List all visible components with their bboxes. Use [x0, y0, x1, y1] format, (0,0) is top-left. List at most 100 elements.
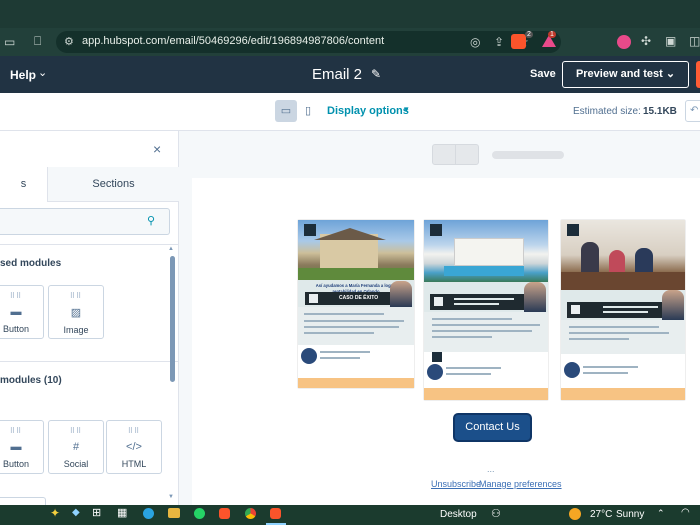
whatsapp-icon[interactable] [194, 508, 205, 519]
module-card-social[interactable]: ⠿⠿ # Social [48, 420, 104, 474]
module-card-button[interactable]: ⠿⠿ ▬ Button [0, 285, 44, 339]
module-card-partial[interactable] [0, 497, 46, 505]
people-photo [390, 281, 412, 307]
window-icon[interactable]: ◫ [689, 34, 700, 48]
brave-taskbar-icon[interactable] [219, 508, 230, 519]
task-view-icon[interactable]: ⊞ [92, 506, 101, 519]
people-photo [662, 290, 684, 320]
bookmark-icon[interactable]: ⎕ [34, 34, 41, 49]
close-icon[interactable]: × [153, 141, 161, 157]
meeting-photo [561, 220, 685, 290]
desktop-view-button[interactable]: ▭ [275, 100, 297, 122]
banner-text-line [603, 306, 658, 308]
folder-icon[interactable] [168, 508, 180, 518]
text-line [583, 366, 638, 368]
module-label: Button [2, 324, 30, 334]
button-icon: ▬ [10, 441, 22, 453]
module-card-button[interactable]: ⠿⠿ ▬ Button [0, 420, 44, 474]
placeholder-divider [455, 144, 456, 165]
search-icon[interactable]: ⚲ [147, 214, 155, 227]
share-icon[interactable]: ⇪ [494, 35, 504, 49]
browser-tab-strip [0, 0, 700, 28]
tab-sections[interactable]: Sections [48, 167, 179, 202]
sparkle-icon[interactable]: ✦ [50, 506, 60, 520]
preview-and-test-button[interactable]: Preview and test ⌄ [562, 61, 689, 88]
sidebar-icon[interactable]: ▣ [665, 34, 676, 48]
module-search-input[interactable] [0, 208, 170, 235]
undo-button[interactable]: ↶ [685, 100, 700, 122]
scroll-down-icon[interactable]: ▼ [168, 494, 174, 500]
sun-icon [569, 508, 581, 520]
scroll-up-icon[interactable]: ▲ [168, 246, 174, 252]
pencil-icon[interactable]: ✎ [371, 67, 381, 81]
case-banner: CASO DE ÉXITO [305, 292, 391, 305]
brand-logo [304, 224, 316, 236]
display-options-button[interactable]: Display options [327, 105, 409, 117]
panel-divider [0, 361, 179, 362]
brand-logo-small [432, 352, 442, 362]
banner-logo [571, 305, 580, 314]
brave-badge: 2 [525, 31, 533, 38]
puzzle-icon[interactable]: ✣ [641, 34, 651, 48]
agent-avatar [301, 348, 317, 364]
module-card-image[interactable]: ⠿⠿ ▨ Image [48, 285, 104, 339]
telegram-icon[interactable] [143, 508, 154, 519]
agent-avatar [564, 362, 580, 378]
brave-shield-icon[interactable] [511, 34, 526, 49]
banner-text-line [454, 298, 514, 300]
banner-logo [309, 294, 318, 303]
people-icon[interactable]: ⚇ [491, 507, 501, 520]
eye-off-icon[interactable]: ◎ [470, 35, 480, 49]
caret-down-icon[interactable]: ▾ [404, 104, 409, 115]
text-line [583, 372, 628, 374]
button-icon: ▬ [10, 306, 22, 318]
banner-text-line [454, 303, 499, 305]
estimated-size-label: Estimated size: [573, 106, 641, 117]
desktop-label[interactable]: Desktop [440, 509, 477, 520]
text-line [432, 324, 540, 326]
panel-divider [0, 244, 179, 245]
module-label: HTML [121, 459, 147, 469]
orange-action-button[interactable] [696, 61, 700, 88]
text-line [432, 336, 492, 338]
alert-badge: 1 [548, 31, 556, 38]
contact-us-button[interactable]: Contact Us [453, 413, 532, 442]
widgets-icon[interactable]: ▦ [117, 506, 127, 519]
chevron-down-icon[interactable]: ⌄ [38, 66, 47, 79]
undo-icon: ↶ [690, 105, 699, 116]
section-title: modules (10) [0, 375, 62, 386]
manage-preferences-link[interactable]: Manage preferences [479, 479, 562, 489]
agent-avatar [427, 364, 443, 380]
site-info-icon[interactable]: ⚙ [64, 35, 74, 48]
brave-window-icon[interactable] [270, 508, 281, 519]
tab-modules[interactable]: s [0, 167, 48, 202]
module-card-html[interactable]: ⠿⠿ </> HTML [106, 420, 162, 474]
banner-logo [434, 297, 443, 306]
text-line [304, 313, 384, 315]
dark-banner [567, 302, 663, 318]
help-menu[interactable]: Help [10, 68, 36, 82]
copilot-icon[interactable]: ◆ [72, 507, 80, 518]
panel-scrollbar[interactable] [170, 256, 175, 382]
unsubscribe-link[interactable]: Unsubscribe [431, 479, 481, 489]
text-line [446, 367, 501, 369]
code-icon: </> [126, 441, 142, 453]
module-label: Button [2, 459, 30, 469]
weather-desc[interactable]: Sunny [616, 509, 644, 520]
extension-icon[interactable] [617, 35, 631, 49]
image-icon: ▨ [70, 307, 82, 319]
text-line [304, 320, 404, 322]
url-text[interactable]: app.hubspot.com/email/50469296/edit/1968… [82, 35, 384, 47]
mobile-view-button[interactable]: ▯ [297, 100, 319, 122]
tab-search-icon[interactable]: ▭ [4, 35, 15, 49]
text-line [432, 330, 532, 332]
save-button[interactable]: Save [530, 68, 556, 80]
chevron-up-icon[interactable]: ⌃ [657, 508, 665, 519]
wifi-icon[interactable]: ◠ [681, 507, 690, 518]
weather-temp[interactable]: 27°C [590, 509, 612, 520]
text-line [569, 326, 659, 328]
chrome-icon[interactable] [245, 508, 256, 519]
text-line [304, 332, 374, 334]
footer-band [298, 378, 414, 388]
email-title[interactable]: Email 2 [312, 66, 362, 83]
